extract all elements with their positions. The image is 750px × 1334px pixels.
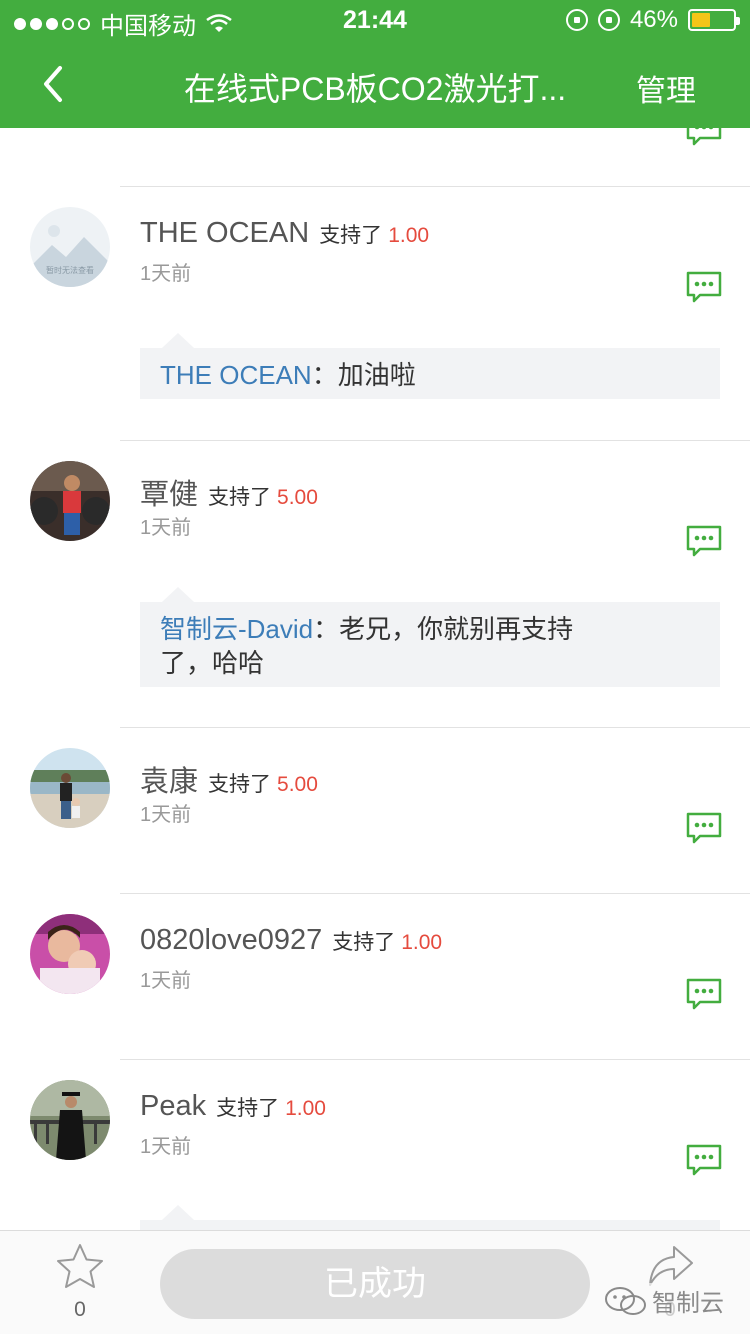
battery-icon (688, 9, 740, 31)
chevron-left-icon (44, 66, 62, 102)
reply-author[interactable]: 智制云-David (160, 614, 313, 644)
divider (120, 893, 750, 894)
supporter-name[interactable]: THE OCEAN (140, 217, 309, 250)
rotation-lock-icon (565, 9, 588, 31)
supporter-line: 覃健 支持了 5.00 (140, 471, 318, 513)
avatar[interactable] (30, 1080, 110, 1160)
comment-icon[interactable] (686, 525, 722, 557)
page-title: 在线式PCB板CO2激光打... (183, 71, 567, 107)
supporter-line: Peak 支持了 1.00 (140, 1090, 326, 1123)
comment-icon[interactable] (686, 978, 722, 1010)
supporter-list[interactable]: 暂时无法查看 THE OCEAN 支持了 1.00 1天前 THE OCEAN：… (0, 128, 750, 1230)
comment-icon[interactable] (686, 812, 722, 844)
support-label: 支持了 (332, 931, 396, 954)
alarm-icon (597, 9, 620, 31)
mother-baby-photo-avatar (30, 914, 110, 994)
comment-icon[interactable] (686, 128, 722, 146)
reply-separator: ： (311, 360, 338, 390)
comment-icon[interactable] (686, 271, 722, 303)
support-amount: 5.00 (277, 773, 318, 796)
avatar[interactable] (30, 461, 110, 541)
divider (120, 186, 750, 187)
reply-text: 加油啦 (337, 360, 416, 390)
supporter-name[interactable]: 袁康 (140, 758, 198, 800)
app-header: 中国移动 21:44 46% 在线式PCB板CO2激光打... 管理 (0, 0, 750, 128)
placeholder-mountain-avatar: 暂时无法查看 (30, 207, 110, 287)
support-amount: 1.00 (285, 1097, 326, 1120)
supporter-name[interactable]: 覃健 (140, 471, 198, 513)
favorite-button[interactable]: 0 (52, 1241, 108, 1322)
support-label: 支持了 (208, 773, 272, 796)
support-amount: 1.00 (388, 224, 430, 247)
battery-percent: 46% (629, 6, 678, 33)
support-label: 支持了 (208, 486, 272, 509)
avatar[interactable] (30, 748, 110, 828)
avatar-caption: 暂时无法查看 (46, 265, 94, 275)
support-amount: 1.00 (401, 931, 443, 954)
star-icon (57, 1244, 103, 1288)
timestamp: 1天前 (140, 1136, 192, 1158)
status-bar: 中国移动 21:44 46% (0, 0, 750, 40)
bottom-action-bar: 0 已成功 0 智制云 (0, 1230, 750, 1334)
watermark: 智制云 (604, 1283, 724, 1318)
reply-bubble: 智制云-David：老兄，你就别再支持了，哈哈 (140, 587, 720, 687)
favorite-count: 0 (74, 1298, 86, 1321)
graduate-photo-avatar (30, 1080, 110, 1160)
supporter-line: 0820love0927 支持了 1.00 (140, 924, 442, 957)
supporter-line: THE OCEAN 支持了 1.00 (140, 217, 429, 250)
back-button[interactable] (30, 60, 78, 108)
child-photo-avatar (30, 461, 110, 541)
watermark-text: 智制云 (652, 1290, 724, 1317)
supporter-name[interactable]: 0820love0927 (140, 924, 322, 957)
manage-button[interactable]: 管理 (636, 66, 696, 110)
nav-bar: 在线式PCB板CO2激光打... 管理 (0, 40, 750, 128)
beach-photo-avatar (30, 748, 110, 828)
support-label: 支持了 (319, 224, 383, 247)
support-label: 支持了 (216, 1097, 280, 1120)
timestamp: 1天前 (140, 517, 192, 539)
reply-bubble: THE OCEAN：加油啦 (140, 333, 720, 399)
battery-level (692, 13, 710, 27)
divider (120, 440, 750, 441)
divider (120, 727, 750, 728)
supporter-line: 袁康 支持了 5.00 (140, 758, 318, 800)
reply-author[interactable]: THE OCEAN (160, 360, 312, 390)
comment-icon[interactable] (686, 1144, 722, 1176)
wechat-icon (605, 1286, 646, 1315)
success-button[interactable]: 已成功 (160, 1249, 590, 1319)
timestamp: 1天前 (140, 804, 192, 826)
support-amount: 5.00 (277, 486, 318, 509)
supporter-name[interactable]: Peak (140, 1090, 206, 1123)
reply-separator: ： (313, 614, 340, 644)
divider (120, 1059, 750, 1060)
avatar[interactable] (30, 914, 110, 994)
timestamp: 1天前 (140, 970, 192, 992)
reply-bubble-partial (140, 1205, 720, 1230)
avatar[interactable]: 暂时无法查看 (30, 207, 110, 287)
timestamp: 1天前 (140, 263, 192, 285)
